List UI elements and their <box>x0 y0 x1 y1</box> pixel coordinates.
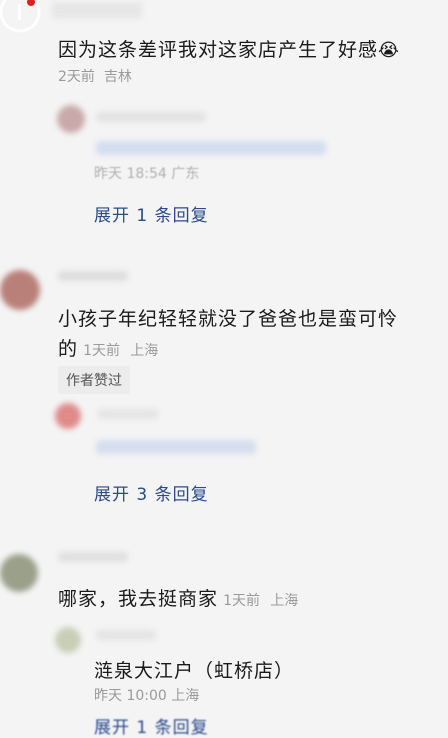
comment-2-text: 小孩子年纪轻轻就没了爸爸也是蛮可怜 <box>58 308 399 330</box>
reply-3-meta: 昨天 10:00 上海 <box>94 688 200 704</box>
reply-3-username[interactable] <box>96 630 156 640</box>
reply-1-avatar[interactable] <box>57 105 85 133</box>
live-record-icon[interactable] <box>0 0 44 38</box>
reply-1-text <box>96 141 326 155</box>
crying-emoji-icon: 😭 <box>378 40 401 61</box>
overlay-text <box>52 2 142 18</box>
reply-1-meta: 昨天 18:54 广东 <box>94 166 200 182</box>
reply-2-text <box>96 440 256 454</box>
comment-2-line2: 的 1天前 上海 <box>58 338 159 360</box>
reply-3-avatar[interactable] <box>55 627 81 653</box>
comment-1-text: 因为这条差评我对这家店产生了好感😭 <box>58 39 401 61</box>
comment-3-avatar[interactable] <box>0 554 38 592</box>
author-liked-badge: 作者赞过 <box>58 366 130 394</box>
expand-replies-3[interactable]: 展开 1 条回复 <box>94 713 209 738</box>
comment-2-avatar[interactable] <box>0 270 40 310</box>
reply-2-avatar[interactable] <box>55 403 81 429</box>
comment-1-meta: 2天前 吉林 <box>58 69 132 85</box>
comment-3-username[interactable] <box>58 552 128 562</box>
reply-1-username[interactable] <box>96 112 206 122</box>
comment-3-line: 哪家，我去挺商家 1天前 上海 <box>58 588 299 610</box>
reply-3-text: 涟泉大江户（虹桥店） <box>94 660 295 682</box>
comment-2-username[interactable] <box>58 271 128 281</box>
reply-2-username[interactable] <box>98 409 158 419</box>
expand-replies-1[interactable]: 展开 1 条回复 <box>94 201 209 226</box>
expand-replies-2[interactable]: 展开 3 条回复 <box>94 480 209 505</box>
